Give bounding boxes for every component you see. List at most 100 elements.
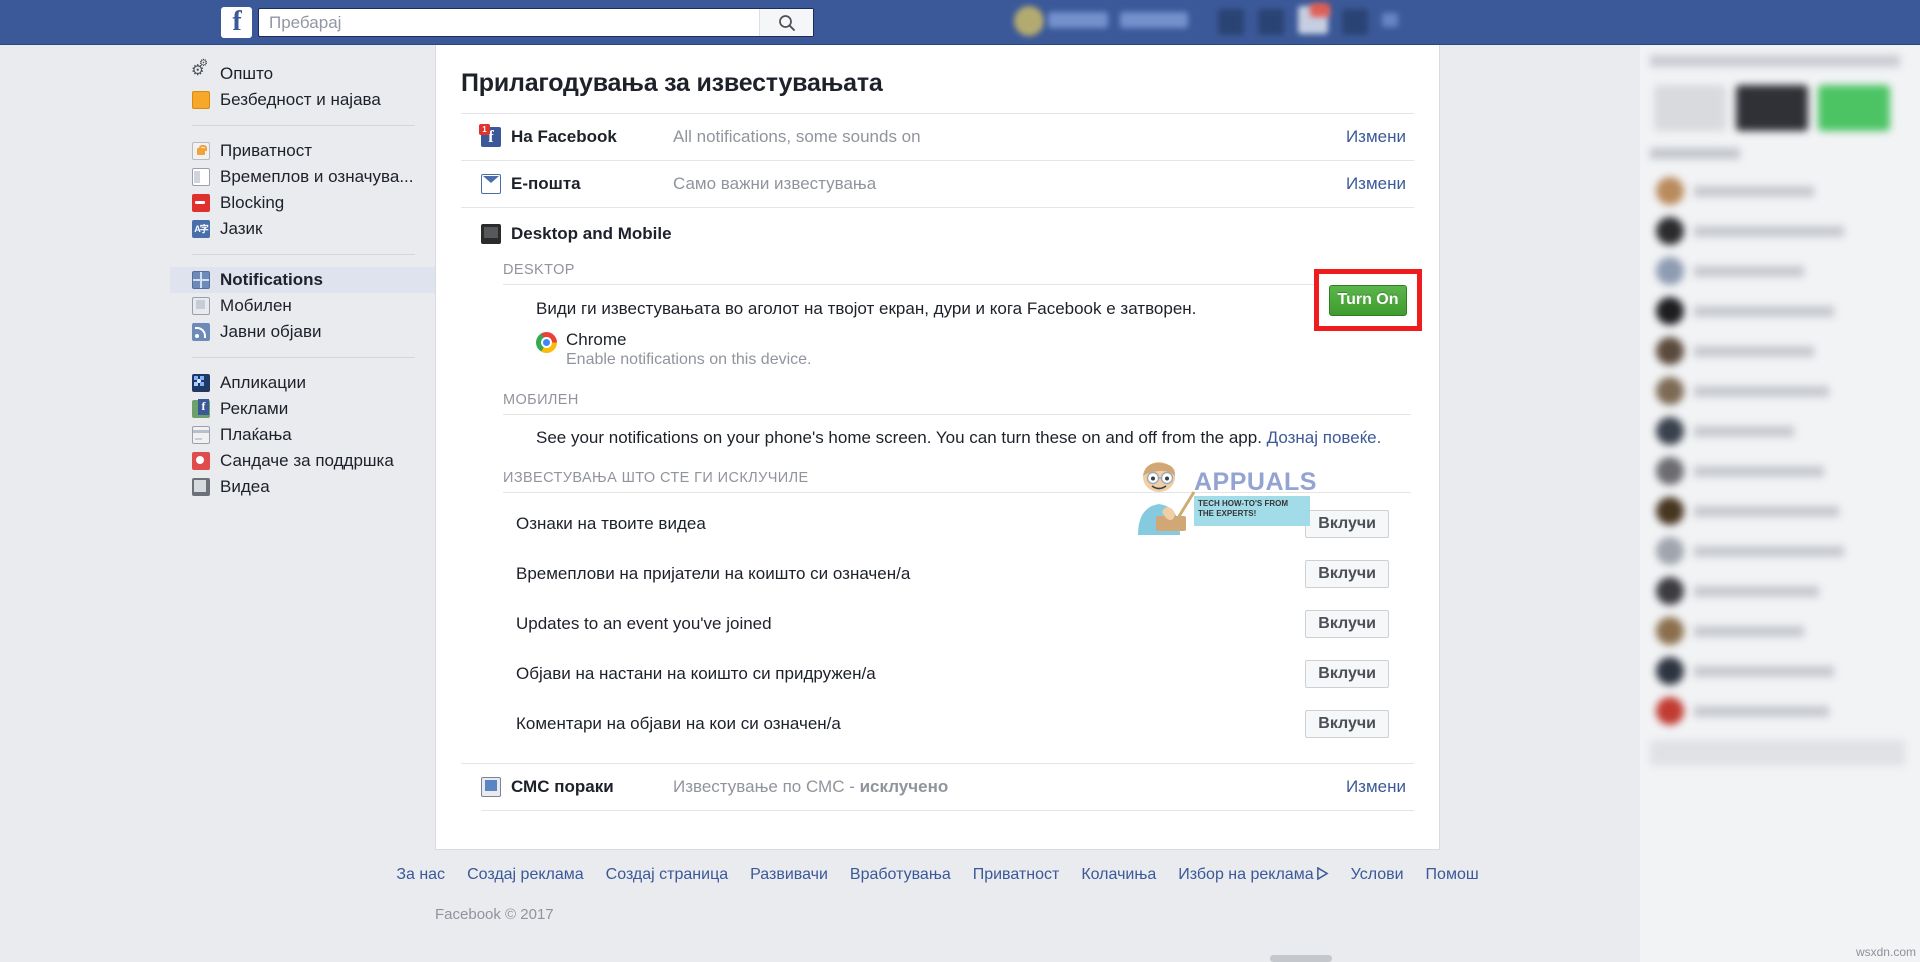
sidebar-item-privacy[interactable]: Приватност — [170, 138, 435, 164]
footer-link-developers[interactable]: Развивачи — [750, 866, 828, 884]
edit-link-on-facebook[interactable]: Измени — [1346, 127, 1414, 147]
story-thumbnail[interactable] — [1736, 85, 1808, 131]
footer-link-create-page[interactable]: Создај страница — [606, 866, 728, 884]
story-thumbnail[interactable] — [1818, 85, 1890, 131]
turn-on-item-button[interactable]: Вклучи — [1305, 710, 1389, 738]
turned-off-label: Updates to an event you've joined — [516, 614, 772, 633]
contact-avatar[interactable] — [1656, 217, 1684, 245]
contact-avatar[interactable] — [1656, 177, 1684, 205]
contact-avatar[interactable] — [1656, 617, 1684, 645]
sidebar-item-general[interactable]: Општо — [170, 58, 435, 87]
contact-avatar[interactable] — [1656, 657, 1684, 685]
setting-row-on-facebook[interactable]: f1 На Facebook All notifications, some s… — [461, 113, 1414, 160]
turned-off-label: Ознаки на твоите видеа — [516, 514, 706, 533]
sidebar-item-blocking[interactable]: Blocking — [170, 190, 435, 216]
footer-link-create-ad[interactable]: Создај реклама — [467, 866, 584, 884]
contact-avatar[interactable] — [1656, 417, 1684, 445]
contact-name[interactable] — [1694, 186, 1814, 197]
contact-name[interactable] — [1694, 586, 1819, 597]
turned-off-list: Ознаки на твоите видеа Вклучи Времеплови… — [461, 493, 1414, 749]
account-name-label[interactable] — [1048, 12, 1108, 28]
turn-on-item-button[interactable]: Вклучи — [1305, 660, 1389, 688]
setting-row-sms[interactable]: СМС пораки Известување по СМС - исклучен… — [461, 763, 1414, 810]
turn-on-button[interactable]: Turn On — [1329, 284, 1407, 316]
sidebar-item-security[interactable]: Безбедност и најава — [170, 87, 435, 113]
turn-on-item-button[interactable]: Вклучи — [1305, 560, 1389, 588]
contact-name[interactable] — [1694, 266, 1804, 277]
sidebar-item-apps[interactable]: Апликации — [170, 370, 435, 396]
facebook-logo[interactable]: f — [221, 7, 252, 38]
contact-name[interactable] — [1694, 346, 1814, 357]
help-menu-icon[interactable] — [1382, 13, 1398, 27]
search-input[interactable] — [259, 9, 759, 36]
block-icon — [192, 194, 210, 212]
sidebar-item-timeline[interactable]: Времеплов и означува... — [170, 164, 435, 190]
home-link[interactable] — [1120, 12, 1188, 28]
sidebar-item-notifications[interactable]: Notifications — [170, 267, 435, 293]
turn-on-item-button[interactable]: Вклучи — [1305, 510, 1389, 538]
turned-off-item: Updates to an event you've joined Вклучи — [461, 599, 1414, 649]
contact-avatar[interactable] — [1656, 297, 1684, 325]
contact-avatar[interactable] — [1656, 257, 1684, 285]
mobile-subheading: МОБИЛЕН — [503, 392, 579, 408]
sidebar-item-payments[interactable]: Плаќања — [170, 422, 435, 448]
search-button[interactable] — [759, 9, 813, 36]
contact-name[interactable] — [1694, 706, 1829, 717]
device-icon — [481, 224, 501, 244]
contact-avatar[interactable] — [1656, 577, 1684, 605]
edit-link-sms[interactable]: Измени — [1346, 777, 1414, 797]
messages-icon[interactable] — [1258, 9, 1284, 35]
sidebar-divider — [192, 125, 415, 126]
sidebar-item-videos[interactable]: Видеа — [170, 474, 435, 500]
contact-name[interactable] — [1694, 506, 1839, 517]
sidebar-item-support-inbox[interactable]: Сандаче за поддршка — [170, 448, 435, 474]
search-bar[interactable] — [258, 8, 814, 37]
edit-link-email[interactable]: Измени — [1346, 174, 1414, 194]
turned-off-label: Коментари на објави на кои си означен/а — [516, 714, 841, 733]
sidebar-item-public-posts[interactable]: Јавни објави — [170, 319, 435, 345]
footer-link-help[interactable]: Помош — [1426, 866, 1479, 884]
rss-icon — [192, 323, 210, 341]
footer-link-about[interactable]: За нас — [396, 866, 445, 884]
horizontal-scroll-thumb[interactable] — [1270, 955, 1332, 962]
friend-requests-icon[interactable] — [1218, 9, 1244, 35]
turn-on-highlight-box: Turn On — [1314, 269, 1422, 331]
footer-link-careers[interactable]: Вработувања — [850, 866, 951, 884]
turned-off-subheading: ИЗВЕСТУВАЊА ШТО СТЕ ГИ ИСКЛУЧИЛЕ — [503, 470, 809, 486]
footer-link-privacy[interactable]: Приватност — [973, 866, 1060, 884]
footer-link-terms[interactable]: Услови — [1351, 866, 1404, 884]
contact-avatar[interactable] — [1656, 377, 1684, 405]
desktop-mobile-section: Desktop and Mobile DESKTOP Види ги извес… — [461, 207, 1422, 749]
support-icon — [192, 452, 210, 470]
contact-avatar[interactable] — [1656, 457, 1684, 485]
account-menu-icon[interactable] — [1342, 9, 1368, 35]
setting-row-email[interactable]: Е-пошта Само важни известувања Измени — [461, 160, 1414, 207]
sidebar-group-privacy: Приватност Времеплов и означува... Block… — [170, 132, 435, 248]
chat-search-box[interactable] — [1650, 740, 1905, 766]
sidebar-item-language[interactable]: A字 Јазик — [170, 216, 435, 242]
sidebar-item-ads[interactable]: Реклами — [170, 396, 435, 422]
contact-name[interactable] — [1694, 546, 1844, 557]
contact-name[interactable] — [1694, 386, 1829, 397]
account-avatar[interactable] — [1014, 6, 1044, 36]
contact-name[interactable] — [1694, 306, 1834, 317]
ad-choices-icon — [1316, 867, 1329, 880]
contact-name[interactable] — [1694, 626, 1804, 637]
turn-on-item-button[interactable]: Вклучи — [1305, 610, 1389, 638]
contact-avatar[interactable] — [1656, 537, 1684, 565]
contact-name[interactable] — [1694, 226, 1844, 237]
contact-name[interactable] — [1694, 466, 1824, 477]
contact-name[interactable] — [1694, 666, 1834, 677]
contact-avatar[interactable] — [1656, 337, 1684, 365]
footer-link-ad-choices[interactable]: Избор на реклама — [1178, 866, 1329, 884]
contact-avatar[interactable] — [1656, 697, 1684, 725]
learn-more-link[interactable]: Дознај повеќе. — [1267, 428, 1382, 447]
settings-sidebar: Општо Безбедност и најава Приватност Вре… — [170, 45, 435, 962]
footer-link-cookies[interactable]: Колачиња — [1081, 866, 1156, 884]
story-thumbnail[interactable] — [1654, 85, 1726, 131]
contact-name[interactable] — [1694, 426, 1794, 437]
sidebar-item-mobile[interactable]: Мобилен — [170, 293, 435, 319]
contact-avatar[interactable] — [1656, 497, 1684, 525]
bottom-divider — [481, 810, 1414, 811]
browser-subtext: Enable notifications on this device. — [566, 351, 812, 368]
